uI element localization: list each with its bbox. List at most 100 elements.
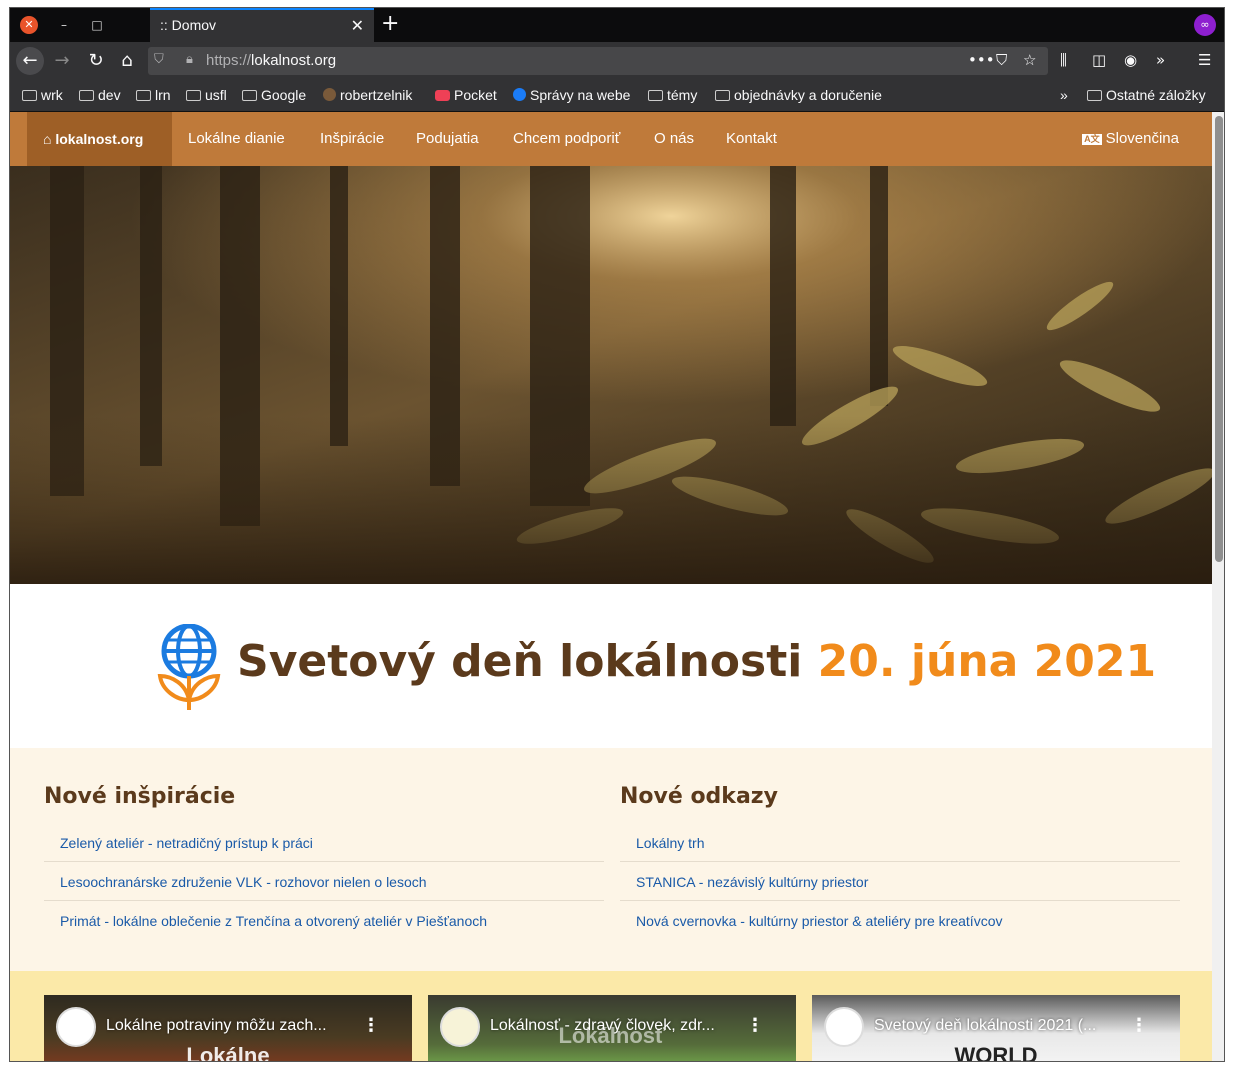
folder-icon [79, 90, 94, 101]
folder-icon [186, 90, 201, 101]
news-section: Nové inšpirácie Zelený ateliér - netradi… [10, 748, 1212, 971]
nav-kontakt[interactable]: Kontakt [726, 112, 777, 166]
video-embed[interactable]: Lokálne potraviny môžu zach... ⋮ Lokálne [44, 995, 412, 1062]
video-embed[interactable]: Lokálnosť - zdravý človek, zdr... ⋮ Loká… [428, 995, 796, 1061]
overflow-chevron-icon[interactable]: » [1156, 51, 1165, 69]
links-column: Nové odkazy Lokálny trh STANICA - nezávi… [620, 784, 1180, 940]
links-heading: Nové odkazy [620, 784, 778, 809]
video-title[interactable]: Svetový deň lokálnosti 2021 (... [874, 1017, 1129, 1035]
bookmark-folder-usfl[interactable]: usfl [186, 87, 227, 103]
more-vert-icon[interactable]: ⋮ [362, 1015, 380, 1036]
inspirations-heading: Nové inšpirácie [44, 784, 236, 809]
window-maximize-icon[interactable]: □ [88, 16, 106, 34]
nav-o-nas[interactable]: O nás [654, 112, 694, 166]
inspiration-link[interactable]: Primát - lokálne oblečenie z Trenčína a … [60, 913, 487, 929]
folder-icon [136, 90, 151, 101]
bookmark-robertzelnik[interactable]: robertzelnik [323, 87, 412, 103]
bookmark-star-icon[interactable]: ☆ [1023, 51, 1036, 69]
brand-home-link[interactable]: ⌂ lokalnost.org [27, 112, 172, 166]
tab-bar: ✕ – □ :: Domov ✕ + ∞ [10, 8, 1224, 42]
bookmark-folder-dev[interactable]: dev [79, 87, 121, 103]
hero-forest-image [10, 166, 1212, 584]
external-link[interactable]: STANICA - nezávislý kultúrny priestor [636, 874, 868, 890]
page-scrollbar[interactable] [1212, 112, 1224, 1061]
bookmark-folder-objednavky[interactable]: objednávky a doručenie [715, 87, 882, 103]
library-icon[interactable]: ⫼ [1060, 51, 1067, 69]
menu-hamburger-icon[interactable]: ☰ [1198, 51, 1211, 69]
forward-arrow-icon[interactable]: → [48, 47, 76, 75]
inspiration-link[interactable]: Lesoochranárske združenie VLK - rozhovor… [60, 874, 427, 890]
bookmark-folder-lrn[interactable]: lrn [136, 87, 171, 103]
window-minimize-icon[interactable]: – [55, 16, 73, 34]
folder-icon [22, 90, 37, 101]
folder-icon [715, 90, 730, 101]
navigation-toolbar: ← → ↻ ⌂ ⛉ 🔒︎ https://lokalnost.org ••• ⛉… [10, 42, 1224, 80]
window-close-icon[interactable]: ✕ [20, 16, 38, 34]
bookmarks-toolbar: wrk dev lrn usfl Google robertzelnik Poc… [10, 80, 1224, 112]
video-title[interactable]: Lokálne potraviny môžu zach... [106, 1017, 361, 1035]
lock-icon[interactable]: 🔒︎ [186, 52, 193, 67]
list-item: Lesoochranárske združenie VLK - rozhovor… [44, 862, 604, 901]
bookmark-folder-other[interactable]: Ostatné záložky [1087, 87, 1206, 103]
sidebar-icon[interactable]: ◫ [1092, 51, 1106, 69]
folder-icon [242, 90, 257, 101]
site-navbar: ⌂ lokalnost.org Lokálne dianie Inšpiráci… [10, 112, 1212, 166]
video-thumbnail-text: WORLD [954, 1043, 1038, 1062]
url-text[interactable]: https://lokalnost.org [206, 52, 336, 69]
list-item: STANICA - nezávislý kultúrny priestor [620, 862, 1180, 901]
video-thumbnail-text: Lokálne [186, 1043, 270, 1062]
channel-logo-icon [56, 1007, 96, 1047]
external-link[interactable]: Lokálny trh [636, 835, 704, 851]
folder-icon [1087, 90, 1102, 101]
page-content: ⌂ lokalnost.org Lokálne dianie Inšpiráci… [10, 112, 1212, 1062]
event-date: 20. júna 2021 [817, 636, 1157, 687]
pocket-icon[interactable]: ⛉ [996, 51, 1007, 69]
url-bar[interactable]: ⛉ 🔒︎ https://lokalnost.org ••• ⛉ ☆ [148, 47, 1048, 75]
folder-icon [648, 90, 663, 101]
page-actions-icon[interactable]: ••• [968, 51, 995, 69]
bookmark-folder-temy[interactable]: témy [648, 87, 697, 103]
tab-close-icon[interactable]: ✕ [351, 16, 364, 35]
bookmark-pocket[interactable]: Pocket [435, 87, 497, 103]
tab-domov[interactable]: :: Domov ✕ [150, 8, 374, 42]
back-arrow-icon[interactable]: ← [16, 47, 44, 75]
account-icon[interactable]: ◉ [1124, 51, 1137, 69]
nav-chcem-podporit[interactable]: Chcem podporiť [513, 112, 620, 166]
browser-window: ✕ – □ :: Domov ✕ + ∞ ← → ↻ ⌂ ⛉ 🔒︎ https:… [9, 7, 1225, 1062]
external-link[interactable]: Nová cvernovka - kultúrny priestor & ate… [636, 913, 1002, 929]
nav-podujatia[interactable]: Podujatia [416, 112, 479, 166]
home-icon: ⌂ [43, 131, 56, 147]
tab-title: :: Domov [160, 17, 217, 33]
list-item: Primát - lokálne oblečenie z Trenčína a … [44, 901, 604, 940]
nav-lokalne-dianie[interactable]: Lokálne dianie [188, 112, 285, 166]
bookmarks-overflow-chevron-icon[interactable]: » [1060, 87, 1068, 103]
language-selector[interactable]: A文 Slovenčina [1082, 112, 1179, 166]
avatar-icon [323, 88, 336, 101]
home-icon[interactable]: ⌂ [113, 47, 141, 75]
channel-logo-icon [824, 1007, 864, 1047]
private-mask-icon: ∞ [1194, 14, 1216, 36]
bookmark-spravy-na-webe[interactable]: Správy na webe [513, 87, 630, 103]
news-icon [513, 88, 526, 101]
bookmark-folder-wrk[interactable]: wrk [22, 87, 63, 103]
list-item: Zelený ateliér - netradičný prístup k pr… [44, 823, 604, 862]
inspiration-link[interactable]: Zelený ateliér - netradičný prístup k pr… [60, 835, 313, 851]
list-item: Nová cvernovka - kultúrny priestor & ate… [620, 901, 1180, 940]
bookmark-folder-google[interactable]: Google [242, 87, 306, 103]
new-tab-icon[interactable]: + [381, 11, 399, 36]
videos-section: Lokálne potraviny môžu zach... ⋮ Lokálne… [10, 971, 1212, 1062]
scrollbar-thumb[interactable] [1215, 116, 1223, 562]
list-item: Lokálny trh [620, 823, 1180, 862]
tracking-shield-icon[interactable]: ⛉ [154, 52, 164, 67]
reload-icon[interactable]: ↻ [82, 47, 110, 75]
page-title: Svetový deň lokálnosti 20. júna 2021 [237, 636, 1157, 687]
pocket-icon [435, 90, 450, 101]
nav-inspiracie[interactable]: Inšpirácie [320, 112, 384, 166]
headline-banner: Svetový deň lokálnosti 20. júna 2021 [10, 584, 1212, 748]
globe-flower-logo-icon [157, 624, 221, 710]
video-embed[interactable]: Svetový deň lokálnosti 2021 (... ⋮ WORLD [812, 995, 1180, 1062]
translate-icon: A文 [1082, 134, 1102, 145]
inspirations-column: Nové inšpirácie Zelený ateliér - netradi… [44, 784, 604, 940]
more-vert-icon[interactable]: ⋮ [1130, 1015, 1148, 1036]
video-thumbnail-text: Lokálnosť [558, 1023, 666, 1048]
